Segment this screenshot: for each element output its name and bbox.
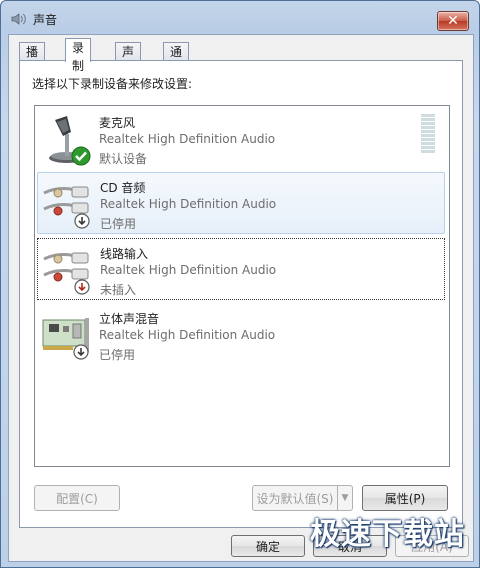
device-item-line-in[interactable]: 线路输入 Realtek High Definition Audio 未插入 xyxy=(37,238,445,300)
disabled-arrow-icon xyxy=(74,213,90,229)
level-meter xyxy=(421,114,435,156)
tab-sounds[interactable]: 声音 xyxy=(115,42,142,77)
properties-button[interactable]: 属性(P) xyxy=(362,485,448,511)
device-name: 麦克风 xyxy=(99,116,136,130)
disabled-arrow-icon xyxy=(73,344,89,360)
device-name: 立体声混音 xyxy=(99,312,160,326)
window-title: 声音 xyxy=(33,13,58,27)
tab-playback[interactable]: 播放 xyxy=(19,42,46,77)
close-icon: ✕ xyxy=(447,13,459,29)
speaker-icon xyxy=(11,13,26,25)
unplugged-arrow-icon xyxy=(74,279,90,295)
device-name: 线路输入 xyxy=(100,247,149,261)
tab-communications[interactable]: 通信 xyxy=(163,42,190,77)
device-item-cd-audio[interactable]: CD 音频 Realtek High Definition Audio 已停用 xyxy=(37,172,445,234)
device-status: 未插入 xyxy=(100,283,137,297)
device-list[interactable]: 麦克风 Realtek High Definition Audio 默认设备 C… xyxy=(34,105,450,467)
ok-button[interactable]: 确定 xyxy=(231,535,305,557)
close-button[interactable]: ✕ xyxy=(437,11,469,31)
recording-panel: 选择以下录制设备来修改设置: 麦克风 Realtek High Definiti… xyxy=(19,60,463,528)
chevron-down-icon: ▼ xyxy=(341,493,349,503)
device-driver: Realtek High Definition Audio xyxy=(100,197,277,211)
device-driver: Realtek High Definition Audio xyxy=(100,263,277,277)
sound-dialog: 声音 ✕ 播放 录制 声音 通信 选择以下录制设备来修改设置: xyxy=(0,0,480,568)
device-item-stereo-mix[interactable]: 立体声混音 Realtek High Definition Audio 已停用 xyxy=(37,304,445,366)
device-driver: Realtek High Definition Audio xyxy=(99,328,276,342)
device-status: 已停用 xyxy=(99,348,136,362)
device-status: 已停用 xyxy=(100,217,137,231)
set-default-dropdown-button[interactable]: ▼ xyxy=(337,485,353,511)
watermark-text: 极速下载站 xyxy=(310,517,465,552)
tab-recording[interactable]: 录制 xyxy=(65,38,92,73)
device-driver: Realtek High Definition Audio xyxy=(99,132,276,146)
device-status: 默认设备 xyxy=(99,152,148,166)
dialog-client: 播放 录制 声音 通信 选择以下录制设备来修改设置: xyxy=(8,34,474,562)
device-item-microphone[interactable]: 麦克风 Realtek High Definition Audio 默认设备 xyxy=(37,108,445,170)
default-check-icon xyxy=(71,146,91,166)
device-name: CD 音频 xyxy=(100,181,146,195)
set-default-button[interactable]: 设为默认值(S) xyxy=(252,485,338,511)
configure-button[interactable]: 配置(C) xyxy=(34,485,120,511)
instruction-text: 选择以下录制设备来修改设置: xyxy=(32,77,193,91)
title-bar[interactable]: 声音 ✕ xyxy=(1,1,479,37)
